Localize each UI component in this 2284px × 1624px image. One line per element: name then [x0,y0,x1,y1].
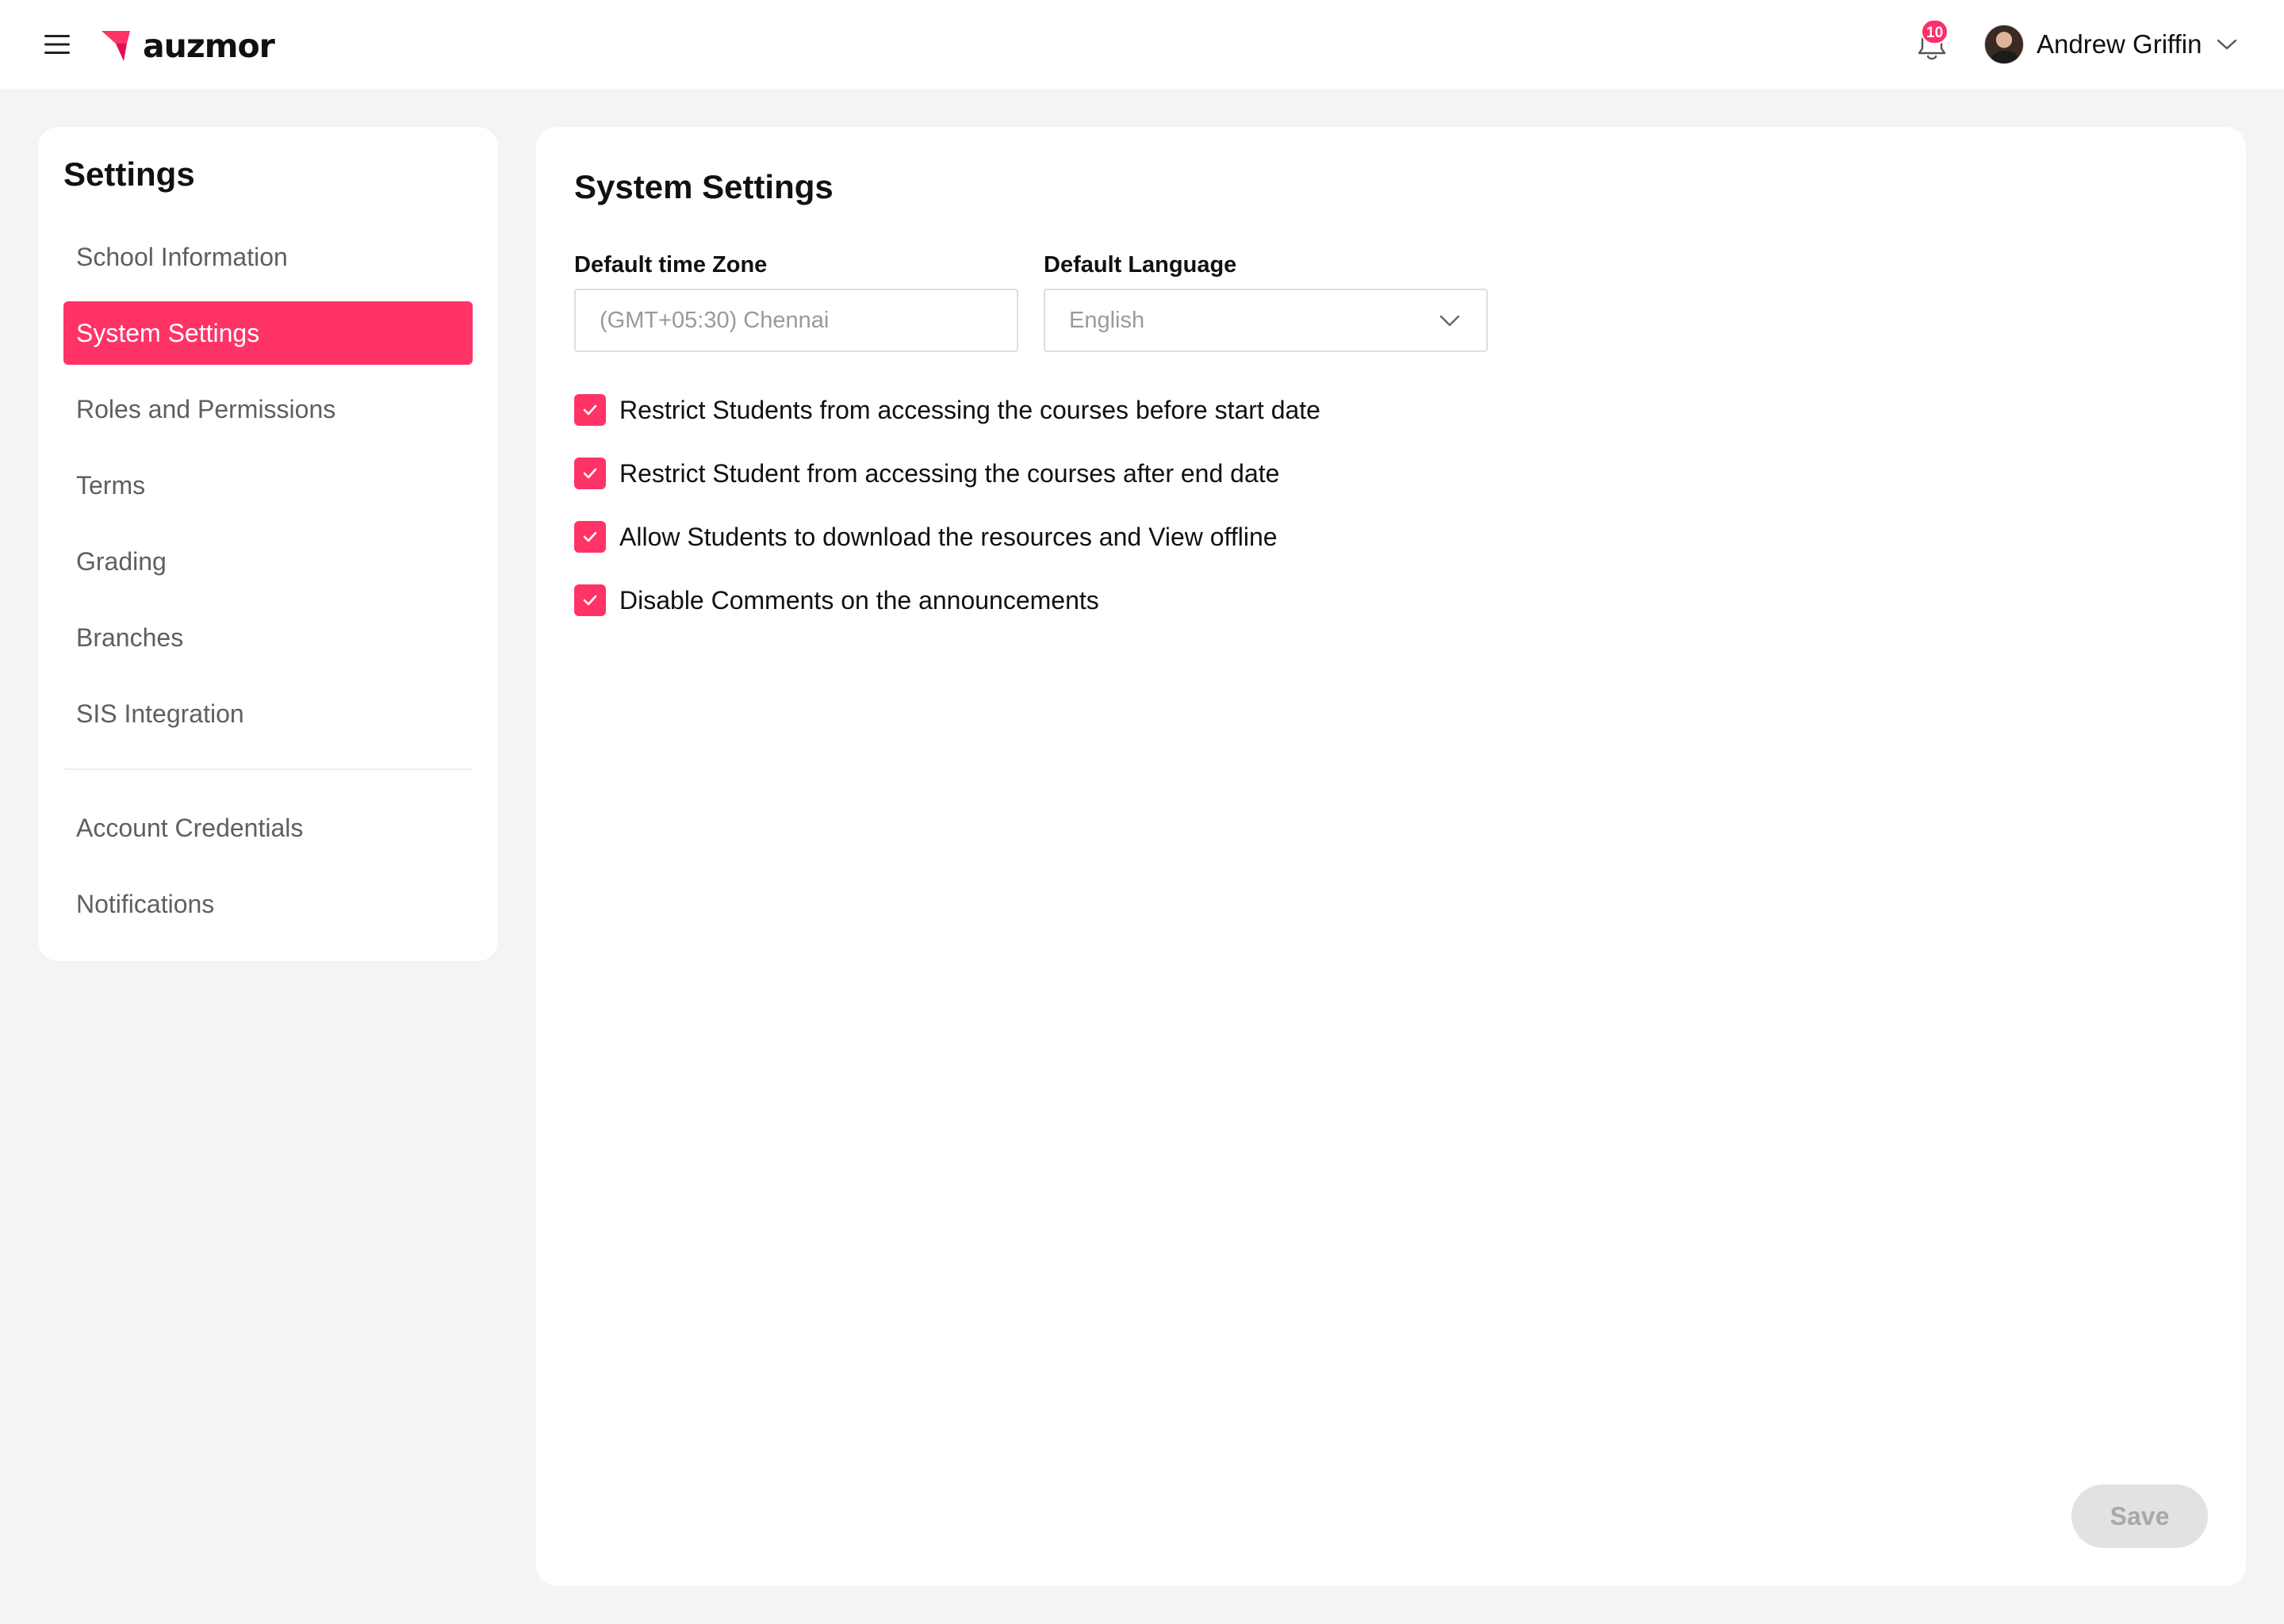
sidebar-item-school-information[interactable]: School Information [63,225,473,289]
option-restrict-before-start[interactable]: Restrict Students from accessing the cou… [574,393,1320,427]
sidebar-item-roles-and-permissions[interactable]: Roles and Permissions [63,377,473,441]
user-menu[interactable]: Andrew Griffin [1984,24,2238,65]
sidebar-item-account-credentials[interactable]: Account Credentials [63,796,473,860]
checkbox-checked[interactable] [574,521,606,553]
checkbox-checked[interactable] [574,458,606,489]
checkbox-checked[interactable] [574,394,606,426]
language-select[interactable]: English [1044,289,1488,352]
brand-logo[interactable]: auzmor [100,22,275,70]
system-settings-panel: System Settings Default time Zone (GMT+0… [536,127,2246,1586]
settings-sidebar: Settings School Information System Setti… [38,127,498,961]
sidebar-item-system-settings[interactable]: System Settings [63,301,473,365]
chevron-down-icon [2217,39,2237,50]
chevron-down-icon [1439,315,1460,327]
brand-mark-icon [102,31,130,61]
language-value: English [1069,308,1145,333]
sidebar-title: Settings [63,155,195,193]
brand-name: auzmor [143,27,275,65]
sidebar-item-sis-integration[interactable]: SIS Integration [63,682,473,745]
checkbox-checked[interactable] [574,584,606,616]
sidebar-item-branches[interactable]: Branches [63,606,473,669]
checkmark-icon [583,531,597,542]
timezone-field[interactable]: (GMT+05:30) Chennai [574,289,1018,352]
checkmark-icon [583,595,597,606]
avatar [1984,25,2024,64]
option-allow-download-offline[interactable]: Allow Students to download the resources… [574,520,1278,553]
timezone-label: Default time Zone [574,252,768,278]
checkmark-icon [583,404,597,416]
notification-count-badge: 10 [1921,19,1949,44]
sidebar-item-notifications[interactable]: Notifications [63,872,473,936]
sidebar-item-grading[interactable]: Grading [63,530,473,593]
save-button[interactable]: Save [2071,1484,2208,1548]
user-name: Andrew Griffin [2037,29,2202,59]
option-label: Disable Comments on the announcements [619,585,1099,615]
top-bar: auzmor 10 Andrew Griffin [0,0,2284,89]
option-label: Allow Students to download the resources… [619,522,1278,551]
language-label: Default Language [1044,252,1237,278]
hamburger-menu-icon[interactable] [43,30,71,59]
sidebar-item-terms[interactable]: Terms [63,454,473,517]
option-label: Restrict Students from accessing the cou… [619,395,1320,424]
checkmark-icon [583,468,597,479]
timezone-value: (GMT+05:30) Chennai [600,308,830,333]
option-restrict-after-end[interactable]: Restrict Student from accessing the cour… [574,457,1279,490]
page-title: System Settings [574,168,834,205]
option-label: Restrict Student from accessing the cour… [619,458,1280,488]
sidebar-divider [63,768,473,770]
option-disable-announcement-comments[interactable]: Disable Comments on the announcements [574,584,1099,617]
